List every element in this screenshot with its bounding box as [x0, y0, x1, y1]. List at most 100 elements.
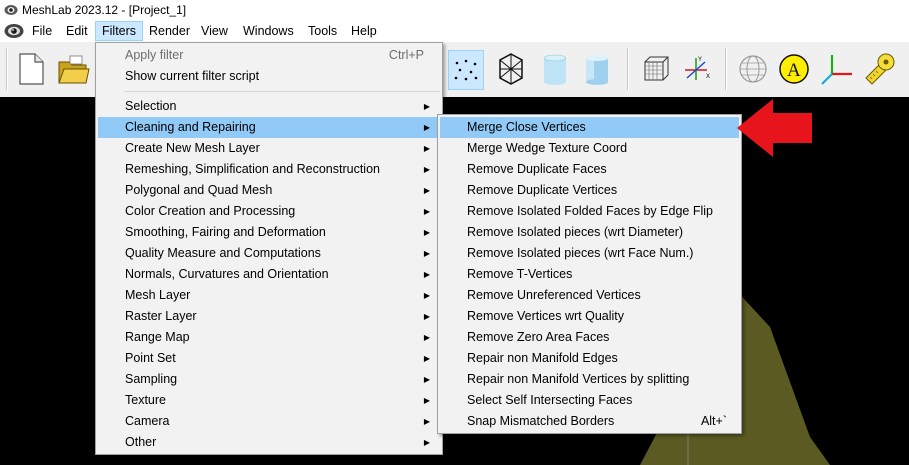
meshlab-eye-icon[interactable]	[4, 22, 24, 40]
submenu-arrow-icon: ▶	[423, 123, 430, 132]
menu-file[interactable]: File	[26, 22, 58, 40]
submenu-texture[interactable]: Texture ▶	[98, 390, 440, 411]
remove-t-vertices-item[interactable]: Remove T-Vertices	[440, 264, 739, 285]
sphere-grid-icon[interactable]	[736, 50, 770, 88]
menu-windows[interactable]: Windows	[237, 22, 300, 40]
submenu-sampling[interactable]: Sampling ▶	[98, 369, 440, 390]
meshlab-logo-icon	[4, 5, 18, 15]
submenu-selection[interactable]: Selection ▶	[98, 96, 440, 117]
svg-text:Y: Y	[698, 57, 702, 63]
submenu-label: Normals, Curvatures and Orientation	[125, 267, 329, 281]
menu-item-label: Select Self Intersecting Faces	[467, 393, 633, 407]
menu-item-label: Remove Isolated Folded Faces by Edge Fli…	[467, 204, 713, 218]
show-filter-script-label: Show current filter script	[125, 69, 260, 83]
submenu-arrow-icon: ▶	[423, 102, 430, 111]
submenu-label: Raster Layer	[125, 309, 197, 323]
apply-filter-label: Apply filter	[125, 48, 184, 62]
remove-isolated-pieces-diameter-item[interactable]: Remove Isolated pieces (wrt Diameter)	[440, 222, 739, 243]
remove-unreferenced-vertices-item[interactable]: Remove Unreferenced Vertices	[440, 285, 739, 306]
menu-item-label: Remove Zero Area Faces	[467, 330, 610, 344]
submenu-range-map[interactable]: Range Map ▶	[98, 327, 440, 348]
submenu-other[interactable]: Other ▶	[98, 432, 440, 453]
submenu-arrow-icon: ▶	[423, 438, 430, 447]
submenu-polygonal-quad-mesh[interactable]: Polygonal and Quad Mesh ▶	[98, 180, 440, 201]
merge-wedge-texture-coord-item[interactable]: Merge Wedge Texture Coord	[440, 138, 739, 159]
submenu-remeshing[interactable]: Remeshing, Simplification and Reconstruc…	[98, 159, 440, 180]
menu-item-label: Remove Vertices wrt Quality	[467, 309, 624, 323]
remove-duplicate-vertices-item[interactable]: Remove Duplicate Vertices	[440, 180, 739, 201]
submenu-normals[interactable]: Normals, Curvatures and Orientation ▶	[98, 264, 440, 285]
submenu-smoothing[interactable]: Smoothing, Fairing and Deformation ▶	[98, 222, 440, 243]
submenu-mesh-layer[interactable]: Mesh Layer ▶	[98, 285, 440, 306]
submenu-label: Quality Measure and Computations	[125, 246, 321, 260]
submenu-arrow-icon: ▶	[423, 333, 430, 342]
submenu-raster-layer[interactable]: Raster Layer ▶	[98, 306, 440, 327]
submenu-color-creation[interactable]: Color Creation and Processing ▶	[98, 201, 440, 222]
xyz-axes-icon[interactable]	[820, 50, 854, 88]
filters-menu: Apply filter Ctrl+P Show current filter …	[95, 42, 443, 455]
open-folder-icon[interactable]	[56, 50, 90, 88]
bounding-box-icon[interactable]	[638, 50, 672, 88]
snap-mismatched-borders-item[interactable]: Snap Mismatched Borders Alt+`	[440, 411, 739, 432]
menu-item-label: Remove Duplicate Vertices	[467, 183, 618, 197]
repair-non-manifold-vertices-item[interactable]: Repair non Manifold Vertices by splittin…	[440, 369, 739, 390]
submenu-label: Color Creation and Processing	[125, 204, 296, 218]
smooth-shading-icon[interactable]	[580, 50, 614, 88]
submenu-label: Cleaning and Repairing	[125, 120, 256, 134]
submenu-quality-measure[interactable]: Quality Measure and Computations ▶	[98, 243, 440, 264]
submenu-arrow-icon: ▶	[423, 417, 430, 426]
repair-non-manifold-edges-item[interactable]: Repair non Manifold Edges	[440, 348, 739, 369]
menu-view[interactable]: View	[195, 22, 234, 40]
flat-shading-icon[interactable]	[538, 50, 572, 88]
menu-item-label: Snap Mismatched Borders	[467, 414, 615, 428]
submenu-arrow-icon: ▶	[423, 375, 430, 384]
svg-text:X: X	[706, 74, 710, 80]
submenu-label: Texture	[125, 393, 166, 407]
toolbar-separator	[6, 48, 8, 90]
window-title: MeshLab 2023.12 - [Project_1]	[22, 3, 187, 17]
menu-item-label: Remove Unreferenced Vertices	[467, 288, 641, 302]
menu-edit[interactable]: Edit	[60, 22, 94, 40]
submenu-label: Mesh Layer	[125, 288, 191, 302]
submenu-arrow-icon: ▶	[423, 396, 430, 405]
remove-duplicate-faces-item[interactable]: Remove Duplicate Faces	[440, 159, 739, 180]
remove-isolated-pieces-facenum-item[interactable]: Remove Isolated pieces (wrt Face Num.)	[440, 243, 739, 264]
submenu-label: Point Set	[125, 351, 176, 365]
annotation-a-icon[interactable]: A	[777, 50, 811, 88]
submenu-camera[interactable]: Camera ▶	[98, 411, 440, 432]
select-self-intersecting-faces-item[interactable]: Select Self Intersecting Faces	[440, 390, 739, 411]
menu-item-label: Repair non Manifold Edges	[467, 351, 618, 365]
remove-isolated-folded-faces-item[interactable]: Remove Isolated Folded Faces by Edge Fli…	[440, 201, 739, 222]
submenu-label: Sampling	[125, 372, 178, 386]
menu-render[interactable]: Render	[143, 22, 196, 40]
submenu-point-set[interactable]: Point Set ▶	[98, 348, 440, 369]
menu-item-label: Remove T-Vertices	[467, 267, 573, 281]
apply-filter-shortcut: Ctrl+P	[388, 48, 424, 62]
svg-text:A: A	[787, 60, 801, 81]
apply-filter-item[interactable]: Apply filter Ctrl+P	[98, 45, 440, 66]
new-file-icon[interactable]	[14, 50, 48, 88]
measure-tape-icon[interactable]	[862, 50, 896, 88]
point-cloud-button[interactable]	[448, 50, 484, 90]
merge-close-vertices-item[interactable]: Merge Close Vertices	[440, 117, 739, 138]
submenu-create-new-mesh-layer[interactable]: Create New Mesh Layer ▶	[98, 138, 440, 159]
submenu-arrow-icon: ▶	[423, 291, 430, 300]
remove-vertices-wrt-quality-item[interactable]: Remove Vertices wrt Quality	[440, 306, 739, 327]
menu-item-label: Remove Duplicate Faces	[467, 162, 607, 176]
toolbar-separator	[725, 48, 727, 90]
axes-icon[interactable]: Y X	[679, 50, 713, 88]
wireframe-icon[interactable]	[494, 50, 528, 88]
remove-zero-area-faces-item[interactable]: Remove Zero Area Faces	[440, 327, 739, 348]
submenu-arrow-icon: ▶	[423, 270, 430, 279]
cleaning-repairing-submenu: Merge Close Vertices Merge Wedge Texture…	[437, 114, 742, 434]
show-filter-script-item[interactable]: Show current filter script	[98, 66, 440, 87]
red-pointer-arrow-icon	[737, 99, 812, 157]
submenu-cleaning-and-repairing[interactable]: Cleaning and Repairing ▶	[98, 117, 440, 138]
submenu-label: Remeshing, Simplification and Reconstruc…	[125, 162, 380, 176]
menu-divider	[124, 91, 440, 92]
submenu-label: Range Map	[125, 330, 190, 344]
submenu-label: Polygonal and Quad Mesh	[125, 183, 273, 197]
menu-tools[interactable]: Tools	[302, 22, 343, 40]
menu-filters[interactable]: Filters	[95, 21, 144, 41]
menu-help[interactable]: Help	[345, 22, 383, 40]
